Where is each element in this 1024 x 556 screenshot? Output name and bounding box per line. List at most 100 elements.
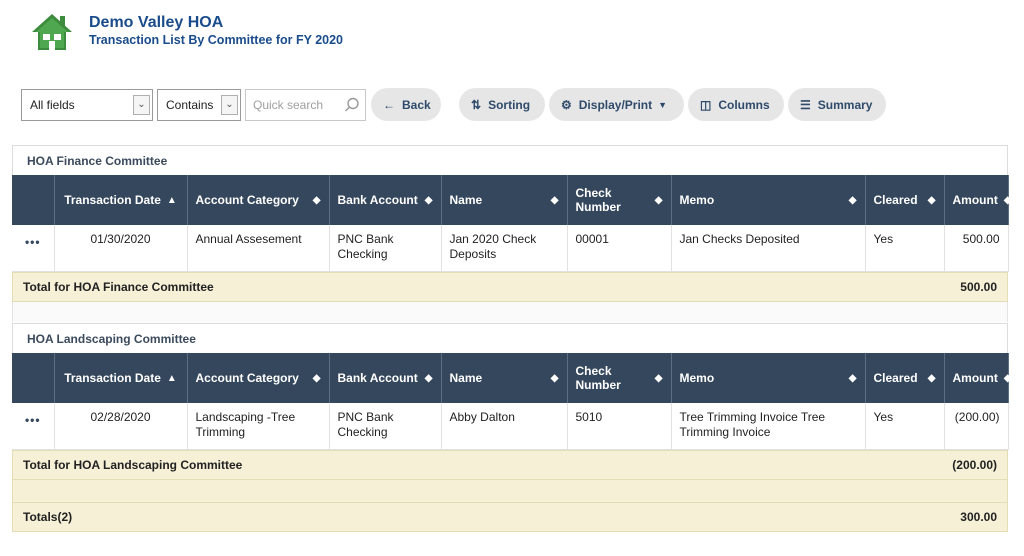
column-header-name[interactable]: Name ◆	[441, 353, 568, 403]
transactions-table: Transaction Date ▲︎ Account Category ◆ Ban…	[12, 353, 1012, 450]
display-print-button[interactable]: ⚙ Display/Print ▼	[549, 88, 684, 121]
column-header-actions	[12, 353, 55, 403]
quick-search-input[interactable]	[253, 97, 343, 112]
column-header-transaction-date[interactable]: Transaction Date ▲︎	[54, 175, 188, 225]
field-select-value: All fields	[30, 97, 75, 112]
cell-name: Jan 2020 Check Deposits	[441, 225, 568, 272]
sort-icon: ◆	[424, 194, 433, 206]
back-button[interactable]: ← Back	[371, 88, 441, 121]
column-header-transaction-date[interactable]: Transaction Date ▲︎	[54, 353, 188, 403]
column-header-account-category[interactable]: Account Category ◆	[187, 353, 330, 403]
cell-transaction-date: 01/30/2020	[54, 225, 188, 272]
group-spacer	[12, 301, 1008, 322]
cell-memo: Tree Trimming Invoice Tree Trimming Invo…	[671, 403, 866, 450]
columns-button[interactable]: ◫ Columns	[688, 88, 784, 121]
columns-label: Columns	[718, 97, 770, 112]
group-finance-committee: HOA Finance Committee Transaction Date ▲︎…	[12, 145, 1012, 322]
column-header-bank-account[interactable]: Bank Account ◆	[329, 353, 442, 403]
sort-icon: ◆	[312, 194, 321, 206]
cell-account-category: Annual Assesement	[187, 225, 330, 272]
search-icon[interactable]	[343, 96, 361, 114]
table-header-row: Transaction Date ▲︎ Account Category ◆ Ban…	[12, 353, 1012, 403]
sort-icon: ▲︎	[166, 194, 177, 206]
cell-cleared: Yes	[865, 225, 945, 272]
row-actions-menu[interactable]: •••	[12, 403, 55, 450]
chevron-down-icon[interactable]: ⌄	[221, 94, 238, 115]
sorting-label: Sorting	[488, 97, 531, 112]
cell-bank-account: PNC Bank Checking	[329, 403, 442, 450]
column-header-name[interactable]: Name ◆	[441, 175, 568, 225]
page-header: Demo Valley HOA Transaction List By Comm…	[30, 10, 343, 55]
sort-icon: ▲︎	[166, 372, 177, 384]
field-select[interactable]: All fields ⌄	[21, 88, 153, 121]
sort-icon: ◆	[1003, 372, 1012, 384]
group-total-row: Total for HOA Finance Committee 500.00	[12, 271, 1008, 302]
group-title: HOA Finance Committee	[12, 145, 1008, 175]
report-subtitle: Transaction List By Committee for FY 202…	[89, 33, 344, 47]
sort-icon: ⇅	[471, 97, 482, 112]
column-header-cleared[interactable]: Cleared ◆	[865, 175, 945, 225]
back-label: Back	[402, 97, 431, 112]
sort-icon: ◆	[927, 194, 936, 206]
cell-amount: 500.00	[944, 225, 1009, 272]
gear-icon: ⚙	[561, 97, 572, 112]
sort-icon: ◆	[1003, 194, 1012, 206]
grand-total-row: Totals(2) 300.00	[12, 501, 1008, 532]
grand-total-label: Totals(2)	[23, 509, 73, 524]
group-title: HOA Landscaping Committee	[12, 323, 1008, 353]
cell-check-number: 00001	[567, 225, 672, 272]
summary-button[interactable]: ☰ Summary	[788, 88, 886, 121]
cell-bank-account: PNC Bank Checking	[329, 225, 442, 272]
grand-total-amount: 300.00	[960, 509, 997, 524]
cell-name: Abby Dalton	[441, 403, 568, 450]
column-header-amount[interactable]: Amount ◆	[944, 175, 1012, 225]
sort-icon: ◆	[424, 372, 433, 384]
sort-icon: ◆	[654, 194, 663, 206]
house-icon	[32, 14, 72, 50]
group-landscaping-committee: HOA Landscaping Committee Transaction Da…	[12, 323, 1012, 532]
list-icon: ☰	[800, 97, 811, 112]
toolbar: All fields ⌄ Contains ⌄ ← Back ⇅ Sorting…	[21, 88, 890, 121]
sorting-button[interactable]: ⇅ Sorting	[459, 88, 545, 121]
sort-icon: ◆	[550, 194, 559, 206]
operator-select-value: Contains	[166, 97, 214, 112]
column-header-actions	[12, 175, 55, 225]
table-header-row: Transaction Date ▲︎ Account Category ◆ Ban…	[12, 175, 1012, 225]
table-row: ••• 02/28/2020 Landscaping -Tree Trimmin…	[12, 403, 1009, 450]
group-total-amount: (200.00)	[952, 457, 997, 472]
quick-search-box	[245, 88, 366, 121]
columns-icon: ◫	[700, 97, 712, 112]
cell-cleared: Yes	[865, 403, 945, 450]
operator-select[interactable]: Contains ⌄	[157, 88, 241, 121]
summary-label: Summary	[817, 97, 873, 112]
cell-memo: Jan Checks Deposited	[671, 225, 866, 272]
caret-down-icon: ▼	[658, 99, 668, 110]
sort-icon: ◆	[848, 194, 857, 206]
column-header-account-category[interactable]: Account Category ◆	[187, 175, 330, 225]
sort-icon: ◆	[848, 372, 857, 384]
cell-account-category: Landscaping -Tree Trimming	[187, 403, 330, 450]
row-actions-menu[interactable]: •••	[12, 225, 55, 272]
column-header-amount[interactable]: Amount ◆	[944, 353, 1012, 403]
chevron-down-icon[interactable]: ⌄	[133, 94, 150, 115]
column-header-memo[interactable]: Memo ◆	[671, 353, 866, 403]
sort-icon: ◆	[927, 372, 936, 384]
group-total-label: Total for HOA Finance Committee	[23, 279, 214, 294]
cell-check-number: 5010	[567, 403, 672, 450]
sort-icon: ◆	[312, 372, 321, 384]
column-header-cleared[interactable]: Cleared ◆	[865, 353, 945, 403]
sort-icon: ◆	[654, 372, 663, 384]
app-title: Demo Valley HOA	[89, 14, 224, 31]
cell-transaction-date: 02/28/2020	[54, 403, 188, 450]
cell-amount: (200.00)	[944, 403, 1009, 450]
table-row: ••• 01/30/2020 Annual Assesement PNC Ban…	[12, 225, 1009, 272]
group-spacer	[12, 479, 1008, 502]
column-header-check-number[interactable]: Check Number ◆	[567, 353, 672, 403]
transactions-table: Transaction Date ▲︎ Account Category ◆ Ban…	[12, 175, 1012, 272]
group-total-row: Total for HOA Landscaping Committee (200…	[12, 449, 1008, 480]
column-header-bank-account[interactable]: Bank Account ◆	[329, 175, 442, 225]
sort-icon: ◆	[550, 372, 559, 384]
column-header-check-number[interactable]: Check Number ◆	[567, 175, 672, 225]
column-header-memo[interactable]: Memo ◆	[671, 175, 866, 225]
group-total-amount: 500.00	[960, 279, 997, 294]
